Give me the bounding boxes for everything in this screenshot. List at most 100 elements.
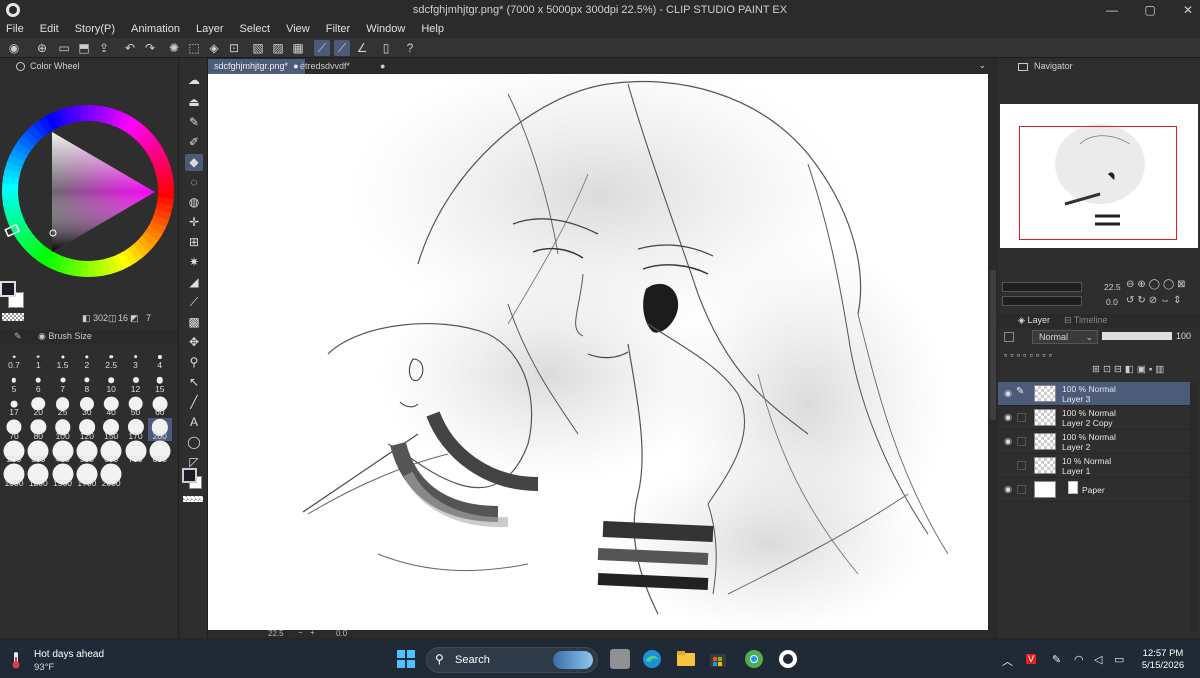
brush-size-option[interactable]: 6 (26, 371, 50, 394)
clip-studio-taskbar-icon[interactable] (778, 649, 798, 669)
windows-start-icon[interactable] (396, 649, 416, 669)
maximize-button[interactable]: ▢ (1142, 2, 1158, 18)
chrome-browser-icon[interactable] (744, 649, 764, 669)
opacity-value[interactable]: 100 (1176, 331, 1191, 341)
minimize-button[interactable]: — (1104, 2, 1120, 18)
weather-temperature[interactable]: 93°F (34, 662, 54, 673)
brush-size-option[interactable]: 1200 (26, 463, 50, 488)
close-button[interactable]: ✕ (1180, 2, 1196, 18)
fill-bucket-icon[interactable]: ◢ (185, 274, 203, 291)
layer-lock-toggle[interactable] (1017, 485, 1026, 494)
snap-ruler-icon[interactable]: ⟋ (314, 40, 330, 56)
invert-selection-icon[interactable]: ▨ (270, 40, 286, 56)
canvas-scroll-thumb[interactable] (990, 270, 996, 420)
tab-close-dot[interactable]: ● (380, 61, 385, 71)
save-icon[interactable]: ⬒ (76, 40, 92, 56)
color-wheel[interactable] (0, 72, 178, 312)
toolbar-transparent-color[interactable] (183, 496, 203, 502)
redo-icon[interactable]: ↷ (142, 40, 158, 56)
lasso-tool-icon[interactable]: ◌ (185, 174, 203, 191)
menu-help[interactable]: Help (421, 20, 454, 38)
help-icon[interactable]: ? (402, 40, 418, 56)
brush-size-option[interactable]: 500 (75, 440, 99, 464)
brush-size-option[interactable]: 3 (124, 347, 148, 370)
gradient-tool-icon[interactable]: ▩ (185, 314, 203, 331)
balloon-tool-icon[interactable]: ◯ (185, 434, 203, 451)
nav-zoom-controls[interactable]: ⊖⊕◯◯⊠ (1126, 279, 1189, 290)
layer-tab[interactable]: ◈ Layer (1018, 315, 1050, 326)
layer-row[interactable]: ◉ 100 % Normal Layer 3 ✎ (998, 382, 1190, 406)
brush-size-option[interactable]: 40 (99, 394, 123, 417)
main-color-swatch[interactable] (0, 281, 16, 297)
frame-border-icon[interactable]: ⊞ (185, 234, 203, 251)
menu-layer[interactable]: Layer (196, 20, 234, 38)
clear-icon[interactable]: ✺ (166, 40, 182, 56)
brush-size-option[interactable]: 100 (51, 418, 75, 441)
brush-size-option[interactable]: 1 (26, 347, 50, 370)
menu-view[interactable]: View (286, 20, 320, 38)
smartphone-icon[interactable]: ▯ (378, 40, 394, 56)
transparent-color-swatch[interactable] (2, 313, 24, 321)
snap-special-ruler-icon[interactable]: ⟋ (334, 40, 350, 56)
brush-size-option[interactable]: 1700 (75, 463, 99, 488)
figure-tool-icon[interactable]: ╱ (185, 394, 203, 411)
wifi-icon[interactable]: ◠ (1074, 653, 1084, 666)
opacity-slider[interactable] (1102, 332, 1172, 340)
brush-size-option[interactable]: 4 (148, 347, 172, 370)
move-hand-icon[interactable]: ✥ (185, 334, 203, 351)
brush-size-option[interactable]: 15 (148, 371, 172, 394)
edge-browser-icon[interactable] (642, 649, 662, 669)
taskbar-search[interactable]: ⚲ Search (426, 647, 598, 673)
drawing-canvas[interactable] (208, 74, 988, 630)
canvas-vertical-scrollbar[interactable] (988, 74, 998, 630)
brush-size-option[interactable]: 800 (148, 440, 172, 464)
file-explorer-icon[interactable] (676, 649, 696, 669)
angle-value[interactable]: 0.0 (336, 629, 347, 638)
nav-zoom-slider[interactable] (1002, 282, 1082, 292)
brush-size-option[interactable]: 2.5 (99, 347, 123, 370)
open-folder-icon[interactable]: ▭ (56, 40, 72, 56)
brush-size-option[interactable]: 70 (2, 418, 26, 441)
eraser-tool-icon[interactable]: ◆ (185, 154, 203, 171)
object-select-icon[interactable]: ↖ (185, 374, 203, 391)
pencil-tool-icon[interactable]: ✐ (185, 134, 203, 151)
brush-size-option[interactable]: 0.7 (2, 347, 26, 370)
brush-size-option[interactable]: 7 (51, 371, 75, 394)
layer-scrollbar[interactable] (1190, 382, 1198, 632)
eraser-stand-icon[interactable]: ⏏ (185, 94, 203, 111)
nav-rotate-controls[interactable]: ↺↻⊘⇔⇕ (1126, 295, 1185, 306)
menu-file[interactable]: File (6, 20, 34, 38)
tabs-menu-icon[interactable]: ⌄ (978, 60, 986, 71)
zoom-value[interactable]: 22.5 (268, 629, 284, 638)
brush-size-option[interactable]: 17 (2, 394, 26, 417)
eye-hidden-icon[interactable] (1002, 460, 1014, 472)
brush-size-option[interactable]: 2000 (99, 463, 123, 488)
battery-icon[interactable]: ▭ (1114, 653, 1124, 666)
navigator-preview[interactable] (1000, 104, 1198, 248)
eye-visible-icon[interactable]: ◉ (1002, 412, 1014, 424)
layer-lock-toggle[interactable] (1017, 461, 1026, 470)
brush-size-option[interactable]: 30 (75, 394, 99, 417)
brush-size-option[interactable]: 12 (124, 371, 148, 394)
layer-toolbar-icons[interactable]: ▫▫▫▫▫▫▫▫ (1004, 350, 1055, 361)
system-clock[interactable]: 12:57 PM 5/15/2026 (1138, 648, 1188, 672)
brush-size-option[interactable]: 700 (124, 440, 148, 464)
menu-story[interactable]: Story(P) (75, 20, 125, 38)
selection-display-icon[interactable]: ▦ (290, 40, 306, 56)
task-view-icon[interactable] (610, 649, 630, 669)
brush-size-tab[interactable]: ◉ Brush Size (38, 331, 92, 342)
menu-window[interactable]: Window (366, 20, 415, 38)
thermometer-icon[interactable] (10, 651, 22, 669)
brush-size-option[interactable]: 80 (26, 418, 50, 441)
tray-chevron-icon[interactable]: ︿ (1002, 653, 1013, 669)
fill-icon[interactable]: ◈ (206, 40, 222, 56)
eyedropper-icon[interactable]: ⟋ (185, 294, 203, 311)
brush-size-option[interactable]: 170 (124, 418, 148, 441)
export-icon[interactable]: ⇪ (96, 40, 112, 56)
brush-size-option[interactable]: 400 (51, 440, 75, 464)
brush-size-option[interactable]: 120 (75, 418, 99, 441)
move-layer-icon[interactable]: ✛ (185, 214, 203, 231)
brush-size-option[interactable]: 600 (99, 440, 123, 464)
volume-icon[interactable]: ◁ (1094, 653, 1102, 666)
eye-visible-icon[interactable]: ◉ (1002, 388, 1014, 400)
